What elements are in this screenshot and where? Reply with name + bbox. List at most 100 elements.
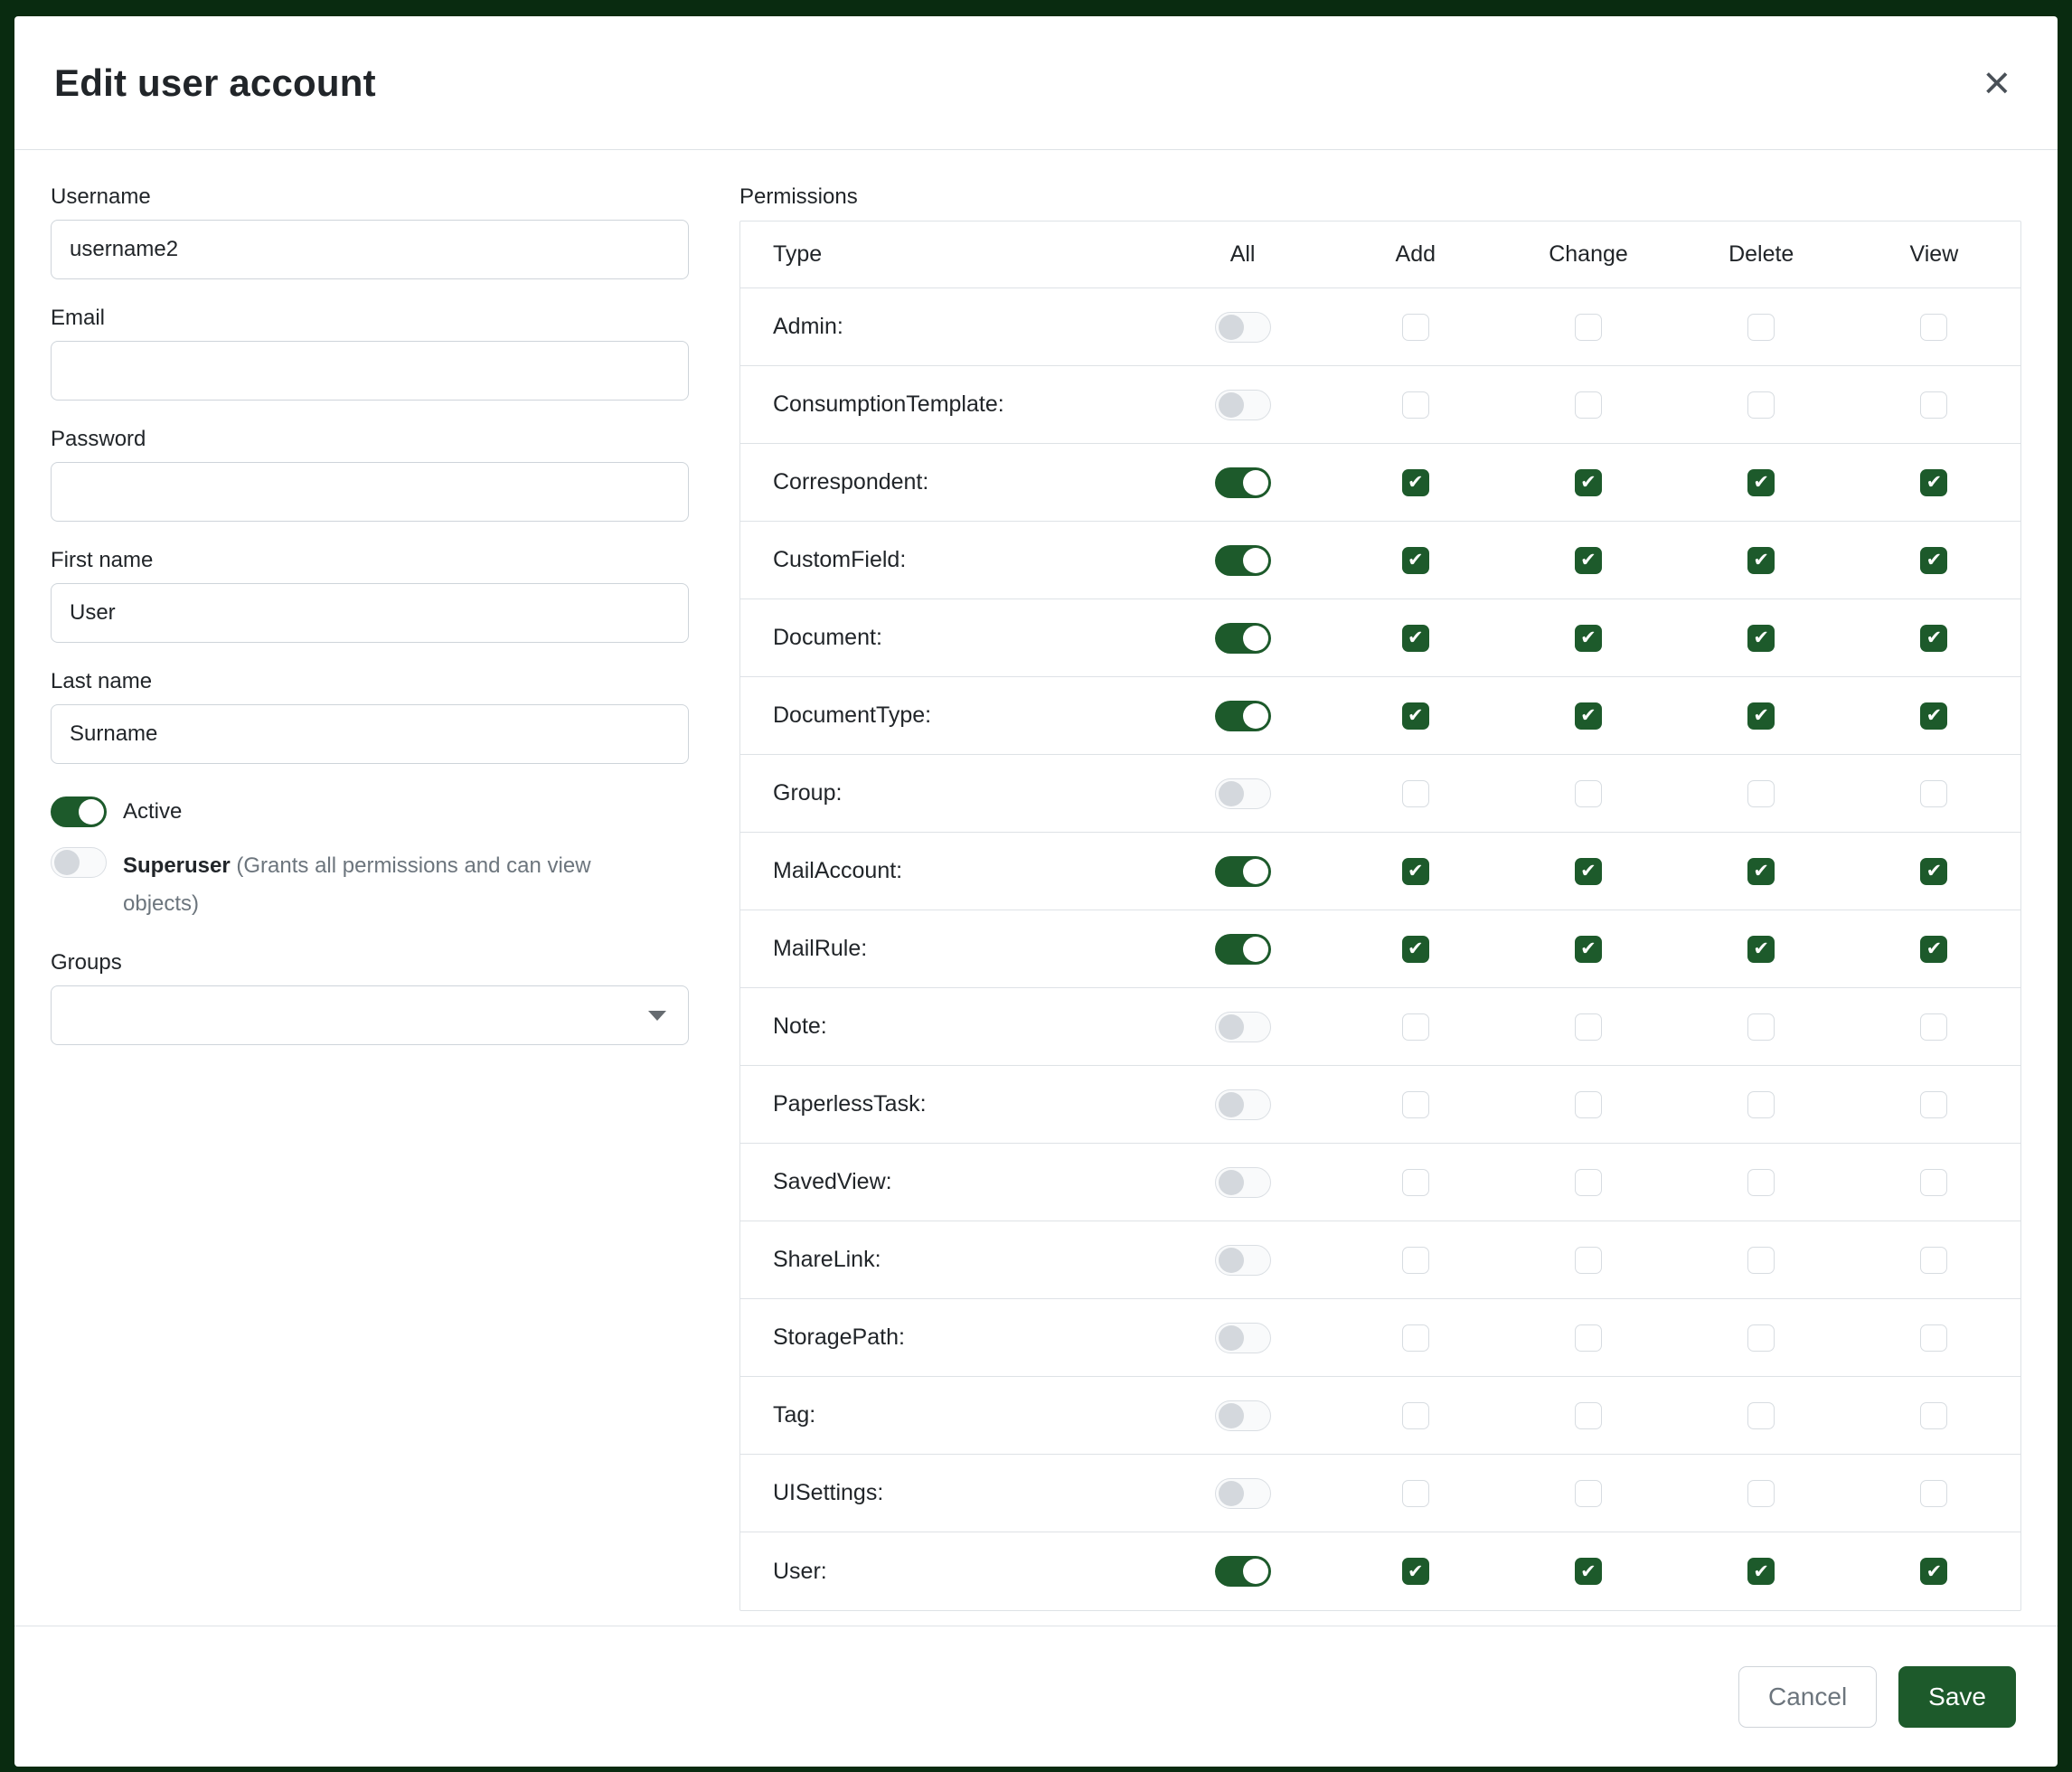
groups-select[interactable] [51,985,689,1045]
permission-delete-checkbox[interactable] [1747,1402,1775,1429]
permission-row: Tag: [740,1377,2020,1455]
permission-change-checkbox[interactable]: ✔ [1575,469,1602,496]
permission-all-toggle[interactable] [1215,545,1271,576]
permission-all-toggle[interactable] [1215,701,1271,731]
permission-all-toggle[interactable] [1215,1478,1271,1509]
permission-all-toggle[interactable] [1215,1400,1271,1431]
permission-add-checkbox[interactable]: ✔ [1402,625,1429,652]
permission-view-checkbox[interactable] [1920,391,1947,419]
permission-change-checkbox[interactable] [1575,1324,1602,1352]
permission-view-checkbox[interactable]: ✔ [1920,547,1947,574]
permission-add-checkbox[interactable]: ✔ [1402,858,1429,885]
permission-add-checkbox[interactable] [1402,1169,1429,1196]
first-name-field[interactable] [51,583,689,643]
permission-all-toggle[interactable] [1215,312,1271,343]
superuser-toggle[interactable] [51,847,107,878]
permission-delete-checkbox[interactable] [1747,1247,1775,1274]
toggle-knob [1243,937,1268,962]
permission-add-checkbox[interactable]: ✔ [1402,702,1429,730]
permission-add-checkbox[interactable]: ✔ [1402,469,1429,496]
permission-view-checkbox[interactable] [1920,1013,1947,1041]
permission-change-checkbox[interactable] [1575,314,1602,341]
first-name-label: First name [51,548,689,573]
permission-view-checkbox[interactable] [1920,780,1947,807]
permission-delete-checkbox[interactable] [1747,1013,1775,1041]
permission-all-toggle[interactable] [1215,1323,1271,1353]
permission-view-checkbox[interactable]: ✔ [1920,1558,1947,1585]
close-icon[interactable]: × [1976,56,2018,110]
permission-delete-checkbox[interactable] [1747,1480,1775,1507]
permission-delete-checkbox[interactable]: ✔ [1747,702,1775,730]
permission-change-checkbox[interactable] [1575,1402,1602,1429]
permission-add-checkbox[interactable] [1402,391,1429,419]
permission-add-checkbox[interactable] [1402,1013,1429,1041]
permission-change-checkbox[interactable]: ✔ [1575,547,1602,574]
permission-view-checkbox[interactable] [1920,1247,1947,1274]
permission-delete-checkbox[interactable]: ✔ [1747,936,1775,963]
permission-add-checkbox[interactable] [1402,1402,1429,1429]
permission-all-toggle[interactable] [1215,1556,1271,1587]
password-field[interactable] [51,462,689,522]
permission-add-checkbox[interactable] [1402,1324,1429,1352]
permission-view-checkbox[interactable]: ✔ [1920,702,1947,730]
permission-add-checkbox[interactable] [1402,780,1429,807]
permission-view-checkbox[interactable] [1920,1480,1947,1507]
permission-delete-checkbox[interactable] [1747,314,1775,341]
permission-delete-checkbox[interactable] [1747,780,1775,807]
permission-delete-checkbox[interactable]: ✔ [1747,1558,1775,1585]
permission-change-checkbox[interactable] [1575,1247,1602,1274]
permission-all-toggle[interactable] [1215,1012,1271,1042]
cancel-button[interactable]: Cancel [1738,1666,1877,1728]
permission-change-checkbox[interactable]: ✔ [1575,702,1602,730]
permission-delete-checkbox[interactable] [1747,1324,1775,1352]
permission-view-checkbox[interactable]: ✔ [1920,936,1947,963]
permission-all-toggle[interactable] [1215,778,1271,809]
permission-all-toggle[interactable] [1215,934,1271,965]
permission-all-toggle[interactable] [1215,623,1271,654]
permission-delete-checkbox[interactable] [1747,391,1775,419]
permission-all-toggle[interactable] [1215,390,1271,420]
permission-change-checkbox[interactable] [1575,1013,1602,1041]
permission-add-checkbox[interactable]: ✔ [1402,1558,1429,1585]
permission-change-checkbox[interactable] [1575,391,1602,419]
username-field[interactable] [51,220,689,279]
permission-add-checkbox[interactable]: ✔ [1402,936,1429,963]
permission-change-checkbox[interactable] [1575,780,1602,807]
permission-all-toggle[interactable] [1215,467,1271,498]
permission-add-checkbox[interactable]: ✔ [1402,547,1429,574]
email-field[interactable] [51,341,689,401]
permission-change-checkbox[interactable]: ✔ [1575,625,1602,652]
permission-change-checkbox[interactable] [1575,1169,1602,1196]
permission-view-checkbox[interactable]: ✔ [1920,469,1947,496]
permission-delete-checkbox[interactable] [1747,1091,1775,1118]
permission-view-checkbox[interactable] [1920,1169,1947,1196]
email-label: Email [51,306,689,331]
permission-delete-checkbox[interactable] [1747,1169,1775,1196]
permission-add-checkbox[interactable] [1402,1091,1429,1118]
active-toggle[interactable] [51,796,107,827]
permission-view-checkbox[interactable] [1920,1091,1947,1118]
permission-view-checkbox[interactable] [1920,1402,1947,1429]
permission-change-checkbox[interactable] [1575,1091,1602,1118]
permission-view-checkbox[interactable]: ✔ [1920,625,1947,652]
permission-change-checkbox[interactable]: ✔ [1575,936,1602,963]
permission-delete-checkbox[interactable]: ✔ [1747,625,1775,652]
permission-all-toggle[interactable] [1215,1167,1271,1198]
permission-change-checkbox[interactable] [1575,1480,1602,1507]
permission-add-checkbox[interactable] [1402,1480,1429,1507]
permission-view-checkbox[interactable] [1920,314,1947,341]
last-name-field[interactable] [51,704,689,764]
permission-add-checkbox[interactable] [1402,314,1429,341]
permission-delete-checkbox[interactable]: ✔ [1747,858,1775,885]
permission-view-checkbox[interactable] [1920,1324,1947,1352]
permission-all-toggle[interactable] [1215,1245,1271,1276]
permission-add-checkbox[interactable] [1402,1247,1429,1274]
save-button[interactable]: Save [1898,1666,2016,1728]
permission-all-toggle[interactable] [1215,1089,1271,1120]
permission-change-checkbox[interactable]: ✔ [1575,858,1602,885]
permission-delete-checkbox[interactable]: ✔ [1747,547,1775,574]
permission-view-checkbox[interactable]: ✔ [1920,858,1947,885]
permission-delete-checkbox[interactable]: ✔ [1747,469,1775,496]
permission-change-checkbox[interactable]: ✔ [1575,1558,1602,1585]
permission-all-toggle[interactable] [1215,856,1271,887]
